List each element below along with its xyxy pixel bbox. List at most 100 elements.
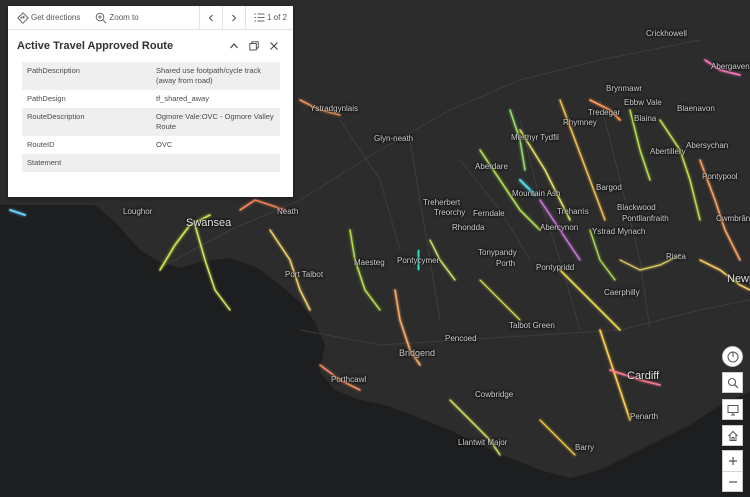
dock-icon (249, 41, 259, 51)
zoom-out-button[interactable] (723, 471, 742, 491)
place-label-risca: Risca (666, 252, 687, 261)
place-label-pontycymer: Pontycymer (397, 256, 440, 265)
place-label-pontypridd: Pontypridd (536, 263, 575, 272)
place-label-cwmbran: Cwmbrân (716, 214, 750, 223)
chevron-up-icon (230, 43, 238, 49)
previous-feature-button[interactable] (198, 6, 222, 29)
place-label-pontypool: Pontypool (702, 172, 738, 181)
place-label-bridgend: Bridgend (399, 348, 436, 358)
diamond-arrow-icon (17, 11, 29, 24)
place-label-maesteg: Maesteg (354, 258, 385, 267)
minus-icon (728, 480, 737, 483)
place-label-caerphilly: Caerphilly (604, 288, 640, 297)
place-label-tredegar: Tredegar (588, 108, 621, 117)
place-label-merthyr-tydfil: Merthyr Tydfil (511, 133, 559, 142)
place-label-ferndale: Ferndale (473, 209, 505, 218)
place-label-ystrad-mynach: Ystrad Mynach (592, 227, 646, 236)
popup-title-row: Active Travel Approved Route (8, 30, 293, 62)
next-feature-button[interactable] (221, 6, 245, 29)
attribute-key: PathDescription (22, 62, 151, 90)
zoom-to-button[interactable]: Zoom to (86, 6, 144, 29)
monitor-icon (727, 404, 738, 415)
place-label-rhondda: Rhondda (452, 223, 485, 232)
search-button[interactable] (722, 372, 743, 393)
feature-pager-button[interactable]: 1 of 2 (244, 6, 293, 29)
attribute-value: tf_shared_away (156, 94, 209, 103)
place-label-llantwit-major: Llantwit Major (458, 438, 508, 447)
table-row: RouteID OVC (22, 136, 280, 154)
place-label-abercynon: Abercynon (540, 223, 579, 232)
place-label-barry: Barry (575, 443, 595, 452)
attribute-value (151, 154, 280, 172)
place-label-loughor: Loughor (123, 207, 153, 216)
close-icon (270, 42, 278, 50)
place-label-bargod: Bargod (596, 183, 622, 192)
table-row: PathDescription Shared use footpath/cycl… (22, 62, 280, 90)
collapse-button[interactable] (224, 36, 244, 56)
attribute-key: RouteDescription (22, 108, 151, 136)
attribute-key: Statement (22, 154, 151, 172)
place-label-treorchy: Treorchy (434, 208, 466, 217)
plus-icon (728, 457, 737, 465)
dock-button[interactable] (244, 36, 264, 56)
place-label-abergavenny: Abergavenn (711, 62, 750, 71)
place-label-aberdare: Aberdare (475, 162, 508, 171)
list-icon (254, 13, 265, 22)
zoom-in-button[interactable] (723, 451, 742, 471)
table-row: PathDesign tf_shared_away (22, 90, 280, 108)
place-label-pencoed: Pencoed (445, 334, 477, 343)
place-label-pontllanfraith: Pontllanfraith (622, 214, 669, 223)
place-label-abertillery: Abertillery (650, 147, 686, 156)
chevron-left-icon (208, 14, 213, 21)
place-label-blaenavon: Blaenavon (677, 104, 715, 113)
place-label-blackwood: Blackwood (617, 203, 656, 212)
feature-popup: Get directions Zoom to 1 of 2 Active Tra… (8, 6, 293, 197)
locate-icon (727, 351, 738, 362)
popup-title: Active Travel Approved Route (17, 40, 174, 52)
place-label-tonypandy: Tonypandy (478, 248, 517, 257)
magnifier-plus-icon (96, 12, 107, 23)
attribute-key: PathDesign (27, 94, 66, 103)
place-label-port-talbot: Port Talbot (285, 270, 324, 279)
basemap-button[interactable] (722, 399, 743, 420)
place-label-mountain-ash: Mountain Ash (512, 189, 561, 198)
attribute-table: PathDescription Shared use footpath/cycl… (22, 62, 280, 172)
place-label-abersychan: Abersychan (686, 141, 729, 150)
place-label-talbot-green: Talbot Green (509, 321, 555, 330)
popup-header-actions: Get directions Zoom to 1 of 2 (8, 6, 293, 30)
pager-count: 1 of 2 (266, 13, 287, 22)
attribute-key: RouteID (27, 140, 55, 149)
place-label-treherbert: Treherbert (423, 198, 461, 207)
place-label-neath: Neath (277, 207, 299, 216)
place-label-treharris: Treharris (557, 207, 589, 216)
search-icon (727, 377, 738, 388)
get-directions-label: Get directions (31, 13, 81, 22)
home-button[interactable] (722, 425, 743, 446)
place-label-porthcawl: Porthcawl (331, 375, 367, 384)
place-label-swansea: Swansea (186, 217, 232, 229)
attribute-value: Ogmore Vale:OVC - Ogmore Valley Route (151, 108, 280, 136)
zoom-to-label: Zoom to (109, 13, 139, 22)
locate-button[interactable] (722, 346, 743, 367)
close-button[interactable] (264, 36, 284, 56)
place-label-porth: Porth (496, 259, 516, 268)
place-label-glyn-neath: Glyn-neath (374, 134, 414, 143)
place-label-newport: Newp (727, 273, 750, 285)
place-label-brynmawr: Brynmawr (606, 84, 643, 93)
table-row: Statement (22, 154, 280, 172)
place-label-ystradgynlais: Ystradgynlais (310, 104, 359, 113)
chevron-right-icon (232, 14, 237, 21)
attribute-value: Shared use footpath/cycle track (away fr… (151, 62, 280, 90)
place-label-cowbridge: Cowbridge (475, 390, 514, 399)
place-label-cardiff: Cardiff (627, 370, 660, 382)
place-label-blaina: Blaina (634, 114, 657, 123)
place-label-crickhowell: Crickhowell (646, 29, 687, 38)
table-row: RouteDescription Ogmore Vale:OVC - Ogmor… (22, 108, 280, 136)
get-directions-button[interactable]: Get directions (8, 6, 86, 29)
home-icon (727, 430, 738, 441)
place-label-ebbw-vale: Ebbw Vale (624, 98, 662, 107)
place-label-rhymney: Rhymney (563, 118, 597, 127)
attribute-value: OVC (156, 140, 173, 149)
zoom-controls (722, 450, 743, 492)
place-label-penarth: Penarth (630, 412, 659, 421)
